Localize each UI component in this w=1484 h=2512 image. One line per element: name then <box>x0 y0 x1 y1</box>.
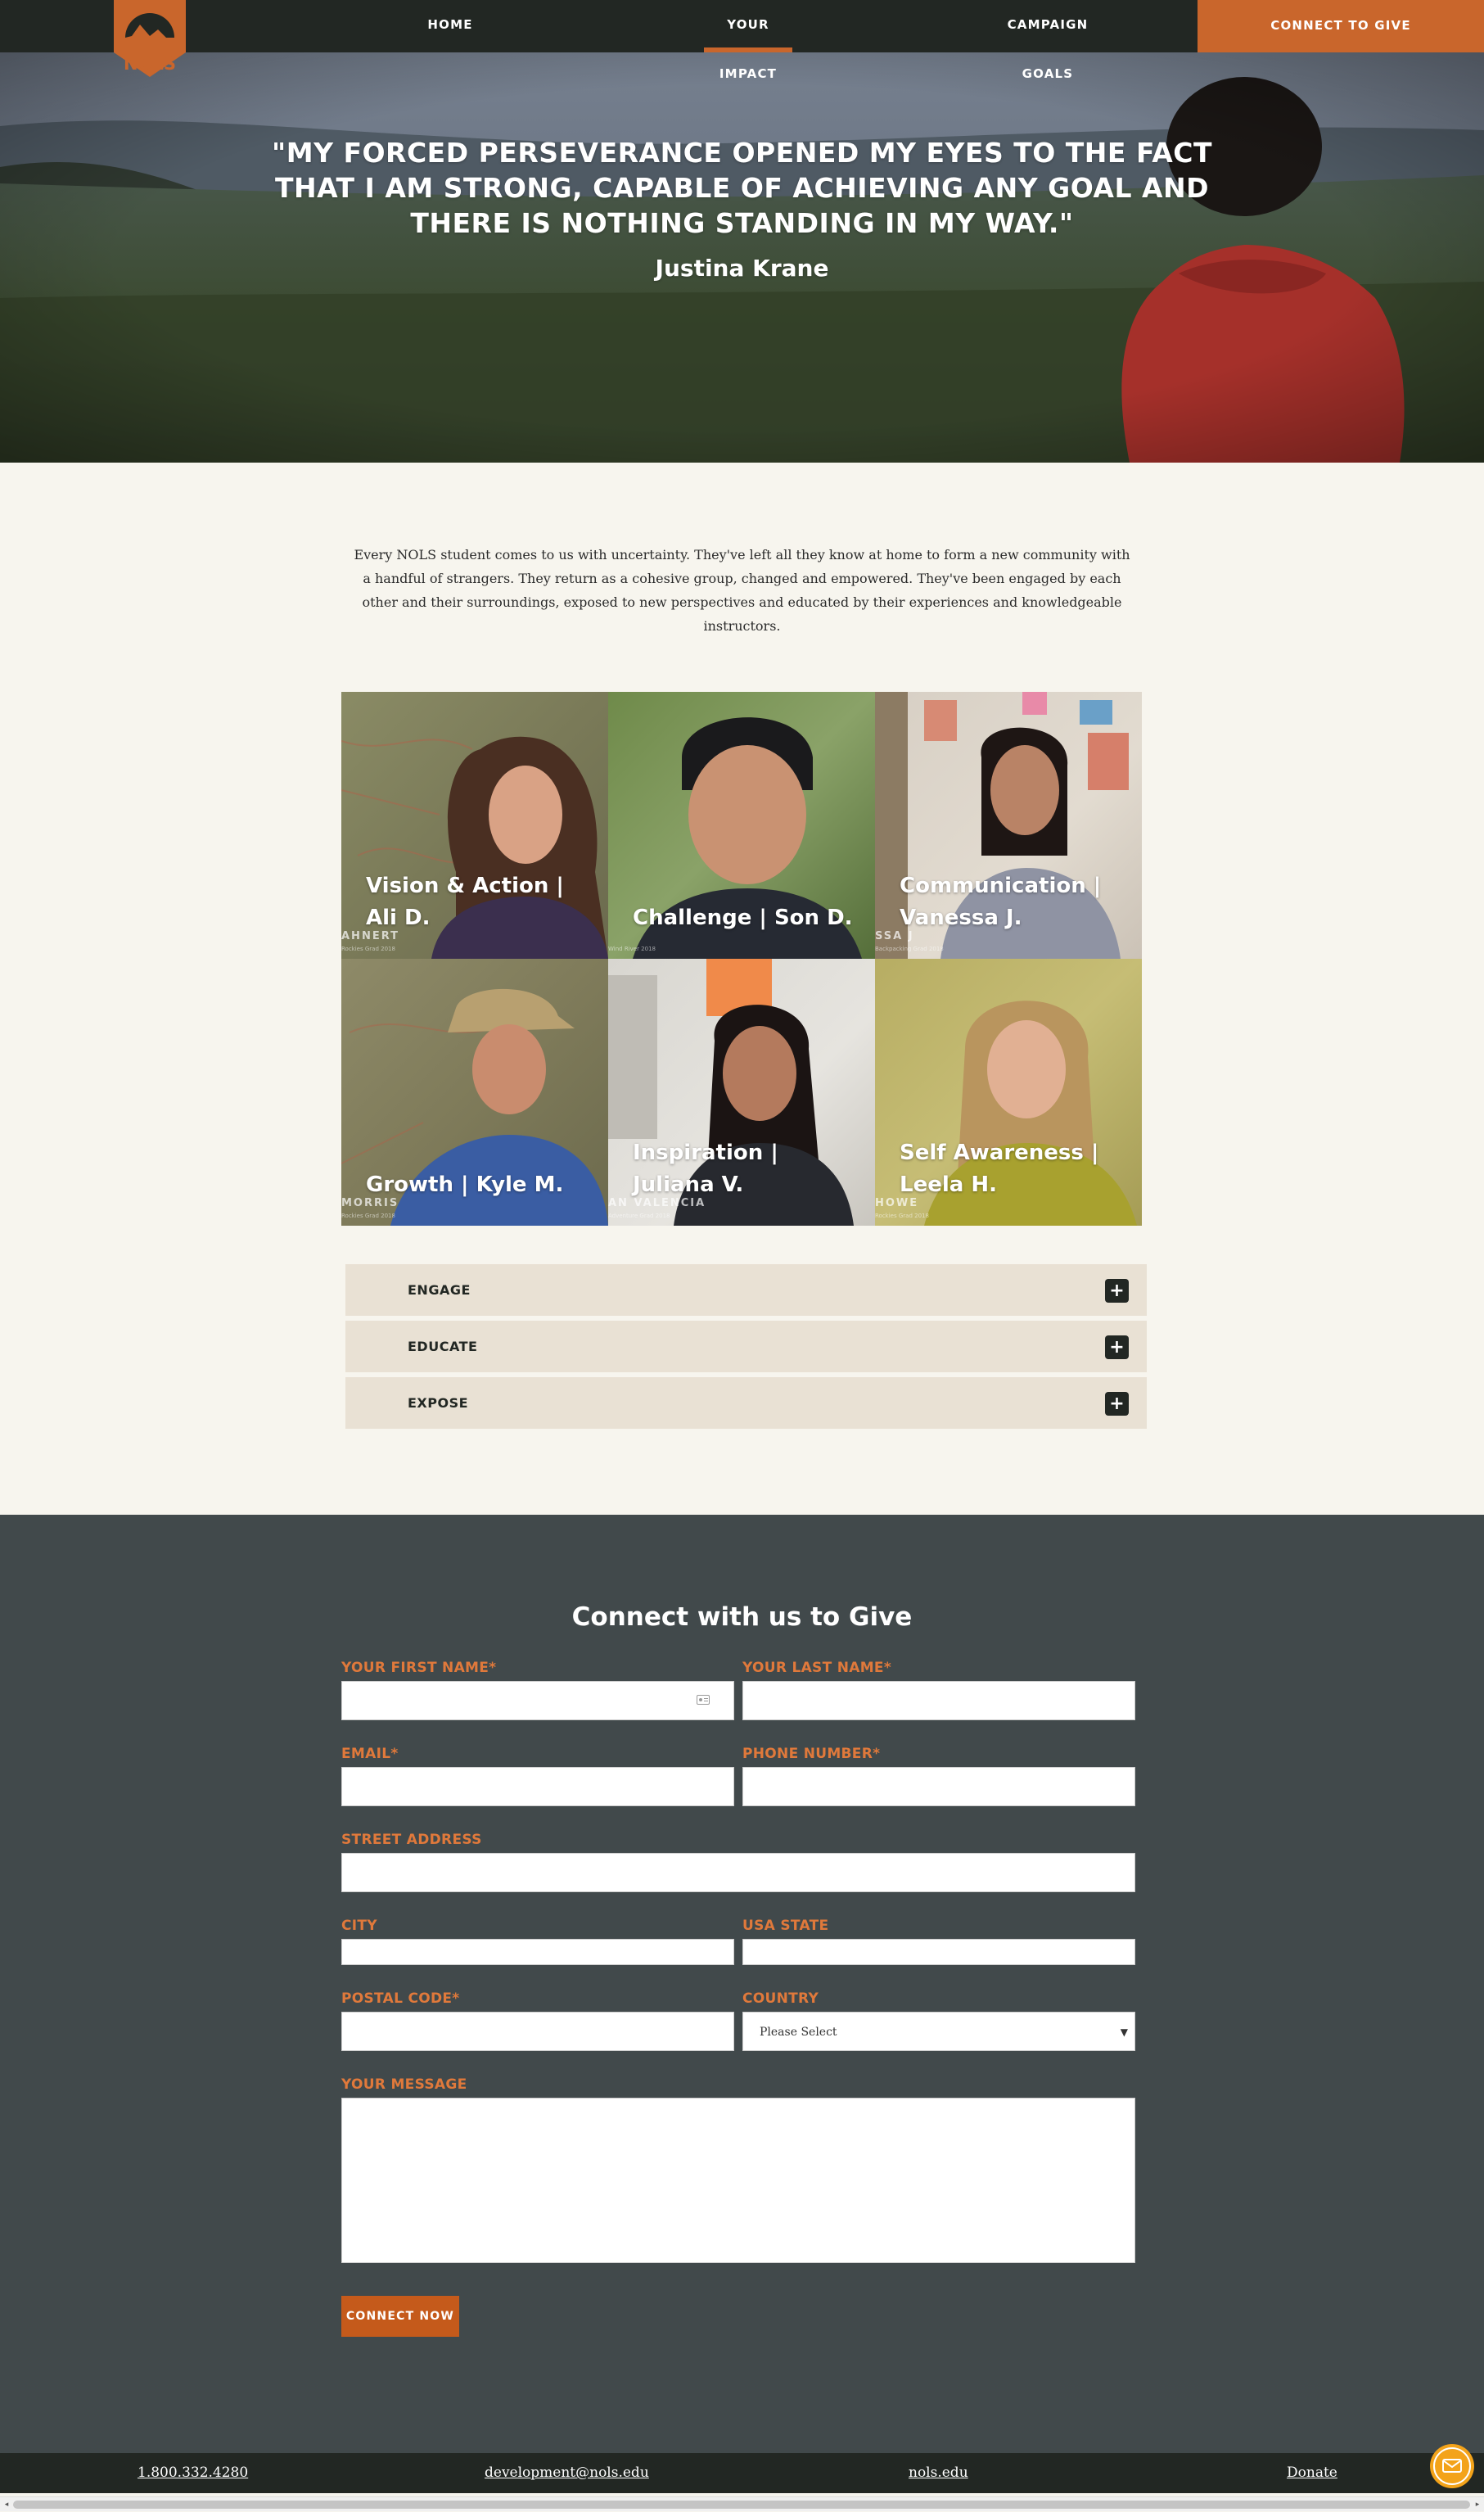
plus-icon[interactable]: + <box>1105 1279 1129 1303</box>
video-caption: Rockies Grad 2018 <box>341 946 395 952</box>
first-name-input[interactable] <box>341 1681 734 1720</box>
message-label: YOUR MESSAGE <box>341 2076 467 2093</box>
phone-label: PHONE NUMBER* <box>742 1746 881 1762</box>
footer-email-link[interactable]: development@nols.edu <box>485 2453 649 2493</box>
nav-campaign-goals-link[interactable]: CAMPAIGN GOALS <box>982 0 1113 81</box>
dropdown-arrow-icon: ▼ <box>1120 2026 1128 2038</box>
intro-paragraph: Every NOLS student comes to us with unce… <box>354 547 1130 634</box>
top-nav: NOLS HOME YOUR IMPACT CAMPAIGN GOALS CON… <box>0 0 1484 81</box>
last-name-input[interactable] <box>742 1681 1135 1720</box>
scroll-left-icon[interactable]: ◂ <box>0 2497 13 2512</box>
email-input[interactable] <box>341 1767 734 1806</box>
video-caption: Rockies Grad 2018 <box>341 1213 395 1219</box>
nav-your-impact-link[interactable]: YOUR IMPACT <box>704 0 792 81</box>
accordion-educate[interactable]: EDUCATE + <box>345 1321 1147 1372</box>
video-tile[interactable]: SSA J Backpacking Grad 2018 Communicatio… <box>875 692 1142 959</box>
country-select[interactable]: Please Select ▼ <box>742 2012 1135 2051</box>
usa-state-input[interactable] <box>742 1939 1135 1965</box>
last-name-label: YOUR LAST NAME* <box>742 1660 892 1676</box>
video-grid: AHNERT Rockies Grad 2018 Vision & Action… <box>341 692 1142 1226</box>
city-label: CITY <box>341 1918 377 1934</box>
connect-to-give-button[interactable]: CONNECT TO GIVE <box>1198 0 1484 52</box>
footer-donate-link[interactable]: Donate <box>1287 2453 1337 2493</box>
accordion-engage[interactable]: ENGAGE + <box>345 1264 1147 1316</box>
footer-site-link[interactable]: nols.edu <box>909 2453 968 2493</box>
scrollbar-thumb[interactable] <box>13 2501 1470 2509</box>
footer-phone-link[interactable]: 1.800.332.4280 <box>138 2453 248 2493</box>
logo-text: NOLS <box>124 54 176 74</box>
city-input[interactable] <box>341 1939 734 1965</box>
video-caption: Adventure Grad 2018 <box>608 1213 670 1219</box>
email-label: EMAIL* <box>341 1746 399 1762</box>
country-select-value: Please Select <box>760 2026 837 2039</box>
video-title: Communication | Vanessa J. <box>900 874 1102 930</box>
first-name-label: YOUR FIRST NAME* <box>341 1660 497 1676</box>
video-tile[interactable]: AHNERT Rockies Grad 2018 Vision & Action… <box>341 692 608 959</box>
nav-home-link[interactable]: HOME <box>409 0 491 52</box>
video-tile[interactable]: AN VALENCIA Adventure Grad 2018 Inspirat… <box>608 959 875 1226</box>
nols-logo[interactable]: NOLS <box>114 0 186 77</box>
envelope-icon <box>1433 2447 1471 2485</box>
accordion-label: ENGAGE <box>408 1282 471 1298</box>
postal-code-label: POSTAL CODE* <box>341 1990 460 2007</box>
country-label: COUNTRY <box>742 1990 819 2007</box>
video-tile[interactable]: HOWE Rockies Grad 2018 Self Awareness | … <box>875 959 1142 1226</box>
plus-icon[interactable]: + <box>1105 1392 1129 1416</box>
video-tile[interactable]: Wind River 2018 Challenge | Son D. <box>608 692 875 959</box>
connect-now-button[interactable]: CONNECT NOW <box>341 2296 459 2337</box>
video-tile[interactable]: MORRIS Rockies Grad 2018 Growth | Kyle M… <box>341 959 608 1226</box>
chat-button[interactable] <box>1430 2444 1474 2488</box>
accordion-expose[interactable]: EXPOSE + <box>345 1377 1147 1429</box>
accordion-label: EDUCATE <box>408 1339 478 1354</box>
accordion-label: EXPOSE <box>408 1395 469 1411</box>
horizontal-scrollbar[interactable]: ◂ ▸ <box>0 2496 1484 2511</box>
video-caption: Wind River 2018 <box>608 946 656 952</box>
contact-card-icon[interactable] <box>697 1695 710 1705</box>
give-form-section <box>0 1515 1484 2453</box>
hero-quote: "My forced perseverance opened my eyes t… <box>272 137 1212 239</box>
plus-icon[interactable]: + <box>1105 1335 1129 1359</box>
video-title: Vision & Action | Ali D. <box>366 874 564 930</box>
video-title: Growth | Kyle M. <box>366 1172 564 1197</box>
form-heading: Connect with us to Give <box>571 1602 913 1632</box>
hero-banner: "My forced perseverance opened my eyes t… <box>0 52 1484 463</box>
postal-code-input[interactable] <box>341 2012 734 2051</box>
video-caption: Rockies Grad 2018 <box>875 1213 929 1219</box>
street-address-input[interactable] <box>341 1853 1135 1892</box>
video-title: Self Awareness | Leela H. <box>900 1141 1099 1197</box>
video-title: Challenge | Son D. <box>633 906 853 930</box>
message-textarea[interactable] <box>341 2098 1135 2263</box>
hero-author: Justina Krane <box>655 255 829 282</box>
video-caption: Backpacking Grad 2018 <box>875 946 944 952</box>
usa-state-label: USA STATE <box>742 1918 829 1934</box>
street-address-label: STREET ADDRESS <box>341 1832 482 1848</box>
video-title: Inspiration | Juliana V. <box>633 1141 778 1197</box>
scroll-right-icon[interactable]: ▸ <box>1471 2497 1484 2512</box>
phone-input[interactable] <box>742 1767 1135 1806</box>
